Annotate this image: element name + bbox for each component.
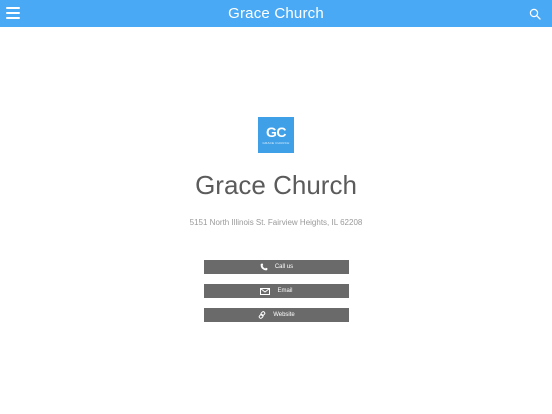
phone-icon — [260, 263, 268, 271]
call-us-label: Call us — [274, 264, 294, 270]
email-label: Email — [277, 288, 293, 294]
search-icon[interactable] — [529, 7, 541, 20]
church-address: 5151 North Illinois St. Fairview Heights… — [189, 218, 363, 227]
envelope-icon — [260, 287, 271, 295]
top-app-bar: Grace Church — [0, 0, 552, 27]
church-logo: GC GRACE CHURCH — [258, 117, 294, 153]
website-button[interactable]: Website — [204, 308, 349, 322]
link-icon — [258, 311, 266, 319]
app-title: Grace Church — [228, 5, 324, 22]
website-label: Website — [273, 312, 295, 318]
call-us-button[interactable]: Call us — [204, 260, 349, 274]
logo-subtitle: GRACE CHURCH — [262, 141, 290, 145]
logo-mark: GC — [266, 124, 287, 140]
church-name: Grace Church — [195, 170, 357, 200]
hamburger-menu-icon[interactable] — [6, 7, 20, 19]
email-button[interactable]: Email — [204, 284, 349, 298]
